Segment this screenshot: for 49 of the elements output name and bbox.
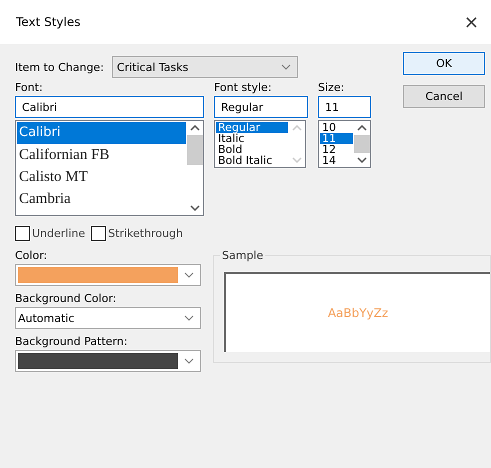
checkbox-label: Underline bbox=[32, 227, 86, 240]
chevron-icon bbox=[184, 358, 194, 364]
font-list-item[interactable]: Calisto MT bbox=[17, 166, 186, 188]
dialog-button[interactable]: OK bbox=[403, 52, 485, 75]
color-dropdown[interactable] bbox=[15, 264, 201, 286]
background-pattern-dropdown[interactable] bbox=[15, 350, 201, 372]
size-list-item[interactable]: 12 bbox=[320, 144, 353, 155]
sample-text: AaBbYyZz bbox=[328, 306, 388, 320]
sample-label: Sample bbox=[220, 249, 266, 262]
font-style-field[interactable]: Regular bbox=[214, 96, 308, 118]
size-label: Size: bbox=[318, 81, 346, 94]
font-style-list-item[interactable]: Italic bbox=[216, 133, 288, 144]
chevron-icon bbox=[184, 315, 194, 321]
scroll-up-icon[interactable] bbox=[357, 125, 367, 131]
item-to-change-dropdown[interactable]: Critical Tasks bbox=[112, 56, 298, 78]
size-field[interactable]: 11 bbox=[318, 96, 371, 118]
scroll-down-icon[interactable] bbox=[190, 205, 200, 211]
checkbox-label: Strikethrough bbox=[108, 227, 183, 240]
dialog-button[interactable]: Cancel bbox=[403, 85, 485, 108]
font-list-item[interactable]: Cambria bbox=[17, 188, 186, 210]
font-style-list-item[interactable]: Regular bbox=[216, 122, 288, 133]
background-pattern-label: Background Pattern: bbox=[15, 335, 128, 348]
font-list-item[interactable]: Calibri bbox=[17, 122, 186, 144]
checkbox[interactable] bbox=[15, 226, 30, 241]
font-style-label: Font style: bbox=[214, 81, 273, 94]
close-button[interactable]: × bbox=[458, 12, 485, 32]
font-style-list[interactable]: Regular Italic Bold Bold Italic bbox=[214, 120, 306, 168]
scrollbar-thumb[interactable] bbox=[354, 135, 370, 153]
size-list-item[interactable]: 11 bbox=[320, 133, 353, 144]
font-style-list-item[interactable]: Bold bbox=[216, 144, 288, 155]
scroll-up-icon[interactable] bbox=[190, 125, 200, 131]
chevron-icon bbox=[184, 272, 194, 278]
window-title: Text Styles bbox=[16, 15, 80, 29]
background-color-dropdown[interactable]: Automatic bbox=[15, 307, 201, 329]
checkbox[interactable] bbox=[91, 226, 106, 241]
item-to-change-label: Item to Change: bbox=[15, 60, 104, 74]
size-list-item[interactable]: 14 bbox=[320, 155, 353, 166]
background-color-label: Background Color: bbox=[15, 292, 118, 305]
size-list[interactable]: 10 11 12 14 bbox=[318, 120, 371, 168]
color-label: Color: bbox=[15, 249, 48, 262]
font-field[interactable]: Calibri bbox=[15, 96, 204, 118]
font-style-list-item[interactable]: Bold Italic bbox=[216, 155, 288, 166]
font-list[interactable]: Calibri Californian FB Calisto MT Cambria bbox=[15, 120, 204, 216]
font-label: Font: bbox=[15, 81, 44, 94]
scrollbar-thumb[interactable] bbox=[187, 135, 203, 165]
size-list-item[interactable]: 10 bbox=[320, 122, 353, 133]
font-list-item[interactable]: Californian FB bbox=[17, 144, 186, 166]
scroll-down-icon[interactable] bbox=[357, 157, 367, 163]
chevron-icon bbox=[280, 64, 291, 70]
